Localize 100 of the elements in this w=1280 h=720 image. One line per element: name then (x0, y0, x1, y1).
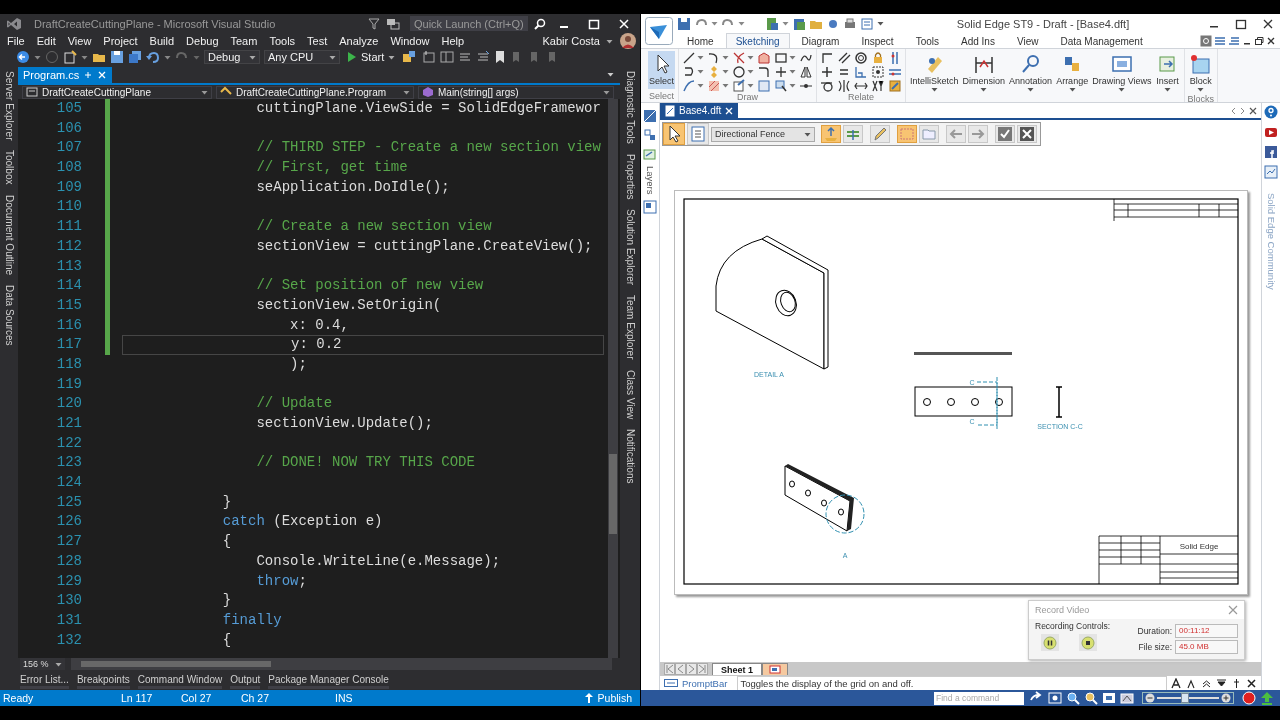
menu-item[interactable]: File (2, 35, 30, 47)
code-line: x: 0.4, (289, 315, 349, 335)
document-tab[interactable]: Base4.dft (660, 103, 739, 118)
status-text: Col 27 (181, 692, 213, 704)
ribbon-button[interactable]: IntelliSketch (909, 51, 960, 94)
code-line: throw; (255, 571, 307, 591)
menu-item[interactable]: Edit (31, 35, 61, 47)
line-number: 127 (55, 532, 82, 552)
panel-tab[interactable]: Toolbox (3, 150, 15, 185)
line-number: 105 (55, 99, 82, 118)
menu-item[interactable]: Window (385, 35, 435, 47)
code-line: // DONE! NOW TRY THIS CODE (255, 453, 475, 473)
ribbon-button[interactable]: Select (648, 51, 675, 89)
line-number: 129 (55, 571, 82, 591)
line-number: 110 (55, 197, 82, 217)
code-line: y: 0.2 (290, 335, 342, 355)
field-label: Duration: (1137, 626, 1172, 636)
ribbon-tab[interactable]: Data Management (1050, 33, 1153, 48)
status-text: INS (335, 692, 354, 704)
code-line: } (221, 591, 232, 611)
code-line: sectionView.Update(); (255, 414, 433, 433)
ribbon-tab[interactable]: Diagram (791, 33, 850, 48)
menu-item[interactable]: Debug (181, 35, 224, 47)
configuration-dropdown[interactable]: Debug (204, 50, 260, 64)
line-number: 130 (55, 591, 82, 611)
line-number: 132 (55, 630, 82, 650)
panel-tab[interactable]: Team Explorer (624, 295, 636, 360)
group-label: Blocks (1187, 94, 1215, 105)
code-line: // First, get time (255, 158, 408, 178)
code-line: // THIRD STEP - Create a new section view (255, 138, 601, 158)
line-number: 131 (55, 610, 82, 630)
zoom-dropdown[interactable]: 156 % (20, 658, 65, 670)
command-finder-field[interactable]: Find a command (934, 691, 1024, 705)
line-number: 124 (55, 473, 82, 493)
panel-tab[interactable]: Diagnostic Tools (624, 71, 636, 144)
ribbon-tab[interactable]: Tools (905, 33, 949, 48)
ribbon-tab[interactable]: Add Ins (951, 33, 1005, 48)
code-line: // Update (255, 394, 333, 414)
sheet-tab[interactable]: Sheet 1 (712, 663, 762, 675)
group-label: Select (649, 91, 674, 102)
panel-tab[interactable]: Layers (644, 166, 656, 195)
publish-button[interactable]: Publish (597, 692, 632, 704)
ribbon-tab[interactable]: Sketching (725, 33, 790, 48)
menu-item[interactable]: Test (302, 35, 333, 47)
start-button[interactable]: Start (344, 51, 399, 63)
quick-launch-field[interactable]: Quick Launch (Ctrl+Q) (410, 16, 528, 31)
ribbon-button[interactable]: Block (1187, 51, 1214, 94)
code-line: sectionView = cuttingPlane.CreateView(); (255, 236, 593, 256)
line-number: 118 (55, 354, 82, 374)
code-line: cuttingPlane.ViewSide = SolidEdgeFramewor (255, 99, 601, 118)
code-line: seApplication.DoIdle(); (255, 177, 450, 197)
line-number: 109 (55, 177, 82, 197)
ribbon-button[interactable]: Annotation (1008, 51, 1054, 94)
line-number: 112 (55, 236, 82, 256)
menu-item[interactable]: View (62, 35, 97, 47)
panel-tab[interactable]: Solution Explorer (624, 209, 636, 286)
panel-tab[interactable]: Document Outline (3, 194, 15, 275)
panel-tab[interactable]: Properties (624, 153, 636, 200)
line-number: 122 (55, 433, 82, 453)
ribbon-button[interactable]: Insert (1154, 51, 1181, 94)
line-number: 123 (55, 453, 82, 473)
code-line: catch (Exception e) (221, 512, 383, 532)
code-line: sectionView.SetOrigin( (255, 295, 442, 315)
code-line: // Create a new section view (255, 217, 492, 237)
platform-dropdown[interactable]: Any CPU (264, 50, 340, 64)
menu-item[interactable]: Build (144, 35, 180, 47)
group-label: Relate (848, 92, 874, 103)
line-number: 126 (55, 512, 82, 532)
navigation-dropdown[interactable]: DraftCreateCuttingPlane (22, 85, 212, 99)
panel-tab[interactable]: Data Sources (3, 285, 15, 346)
ribbon-button[interactable]: Dimension (961, 51, 1007, 94)
line-number: 117 (55, 335, 82, 355)
ribbon-tab[interactable]: View (1006, 33, 1049, 48)
ribbon-button[interactable]: Arrange (1055, 51, 1090, 94)
field-label: Recording Controls: (1035, 621, 1111, 631)
panel-tab[interactable]: Class View (624, 369, 636, 420)
ribbon-tab[interactable]: Home (677, 33, 724, 48)
ribbon-tab[interactable]: Inspect (851, 33, 904, 48)
file-tab[interactable]: Program.cs (18, 67, 113, 83)
code-line: finally (221, 610, 282, 630)
line-number: 106 (55, 118, 82, 138)
menu-item[interactable]: Team (225, 35, 263, 47)
line-number: 121 (55, 414, 82, 433)
panel-tab[interactable]: Notifications (624, 429, 636, 484)
panel-tab[interactable]: Server Explorer (3, 71, 15, 141)
line-number: 120 (55, 394, 82, 414)
line-number: 107 (55, 138, 82, 158)
user-name[interactable]: Kabir Costa (542, 35, 600, 47)
navigation-dropdown[interactable]: Main(string[] args) (418, 85, 614, 99)
selection-filter-dropdown[interactable]: Directional Fence (711, 126, 815, 142)
menu-item[interactable]: Tools (264, 35, 301, 47)
menu-item[interactable]: Project (98, 35, 143, 47)
line-number: 116 (55, 315, 82, 335)
title-block-name: Solid Edge (1179, 542, 1219, 551)
ribbon-button[interactable]: Drawing Views (1091, 51, 1153, 94)
menu-item[interactable]: Analyze (334, 35, 384, 47)
menu-item[interactable]: Help (436, 35, 470, 47)
navigation-dropdown[interactable]: DraftCreateCuttingPlane.Program (216, 85, 414, 99)
prompt-bar-label: PromptBar (682, 677, 728, 689)
line-number: 113 (55, 256, 82, 276)
